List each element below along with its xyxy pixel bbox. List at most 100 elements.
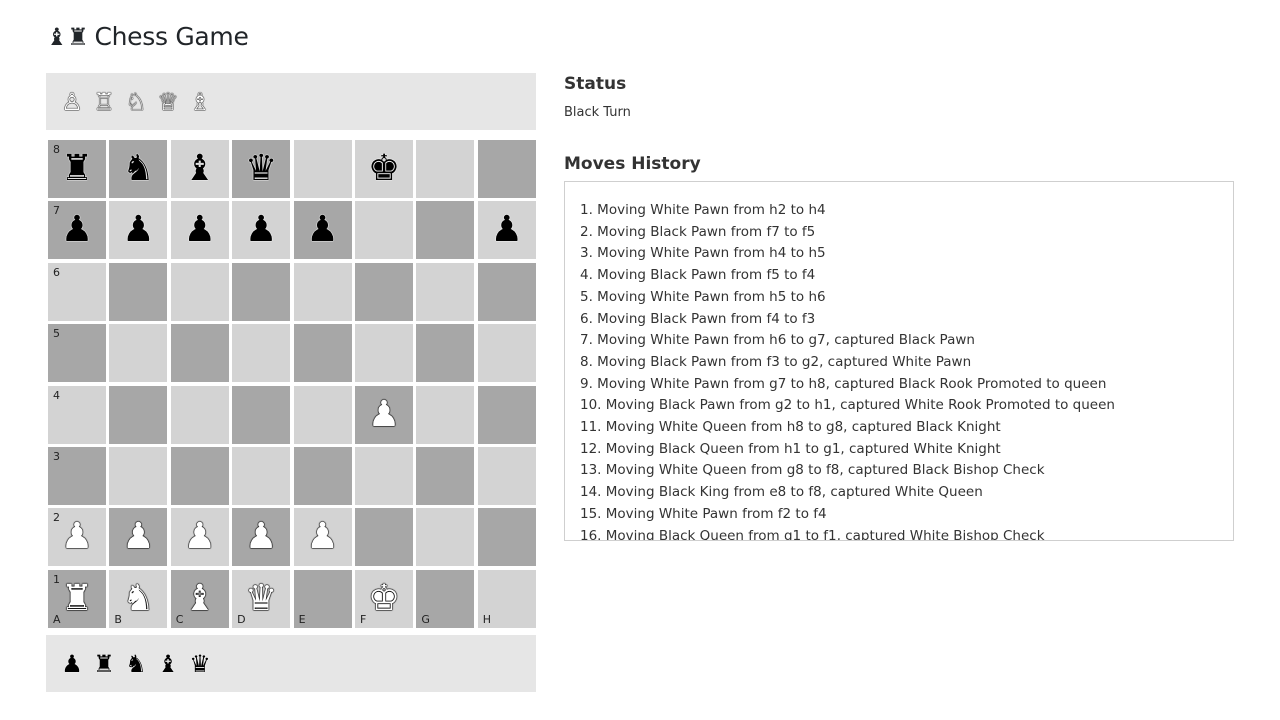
square-f5[interactable] <box>354 324 413 383</box>
black-pawn-icon[interactable]: ♟ <box>122 212 154 248</box>
white-pawn-icon[interactable]: ♟ <box>368 396 400 433</box>
move-item: 6. Moving Black Pawn from f4 to f3 <box>580 310 816 327</box>
square-g3[interactable] <box>416 446 475 505</box>
black-pawn-icon[interactable]: ♟ <box>245 212 277 248</box>
square-c7[interactable]: ♟ <box>170 201 229 260</box>
square-d1[interactable]: D ♛ <box>232 569 291 628</box>
square-f7[interactable] <box>354 201 413 260</box>
square-h4[interactable] <box>477 385 536 444</box>
square-e3[interactable] <box>293 446 352 505</box>
square-a7[interactable]: 7 ♟ <box>48 201 106 260</box>
white-king-icon[interactable]: ♚ <box>368 580 400 617</box>
square-f8[interactable]: ♚ <box>354 140 413 198</box>
square-f2[interactable] <box>354 508 413 567</box>
square-e5[interactable] <box>293 324 352 383</box>
square-d3[interactable] <box>232 446 291 505</box>
chess-board[interactable]: 8 ♜ ♞ ♝ ♛ ♚ 7 ♟ ♟ ♟ ♟ ♟ ♟ 6 5 4 ♟ 3 2 ♟ ♟ ♟ ♟ ♟ 1 A ♜ B ♞ C ♝ D ♛ E F ♚ G H <box>46 138 536 628</box>
square-b6[interactable] <box>109 262 168 321</box>
black-bishop-icon[interactable]: ♝ <box>184 151 216 187</box>
square-e4[interactable] <box>293 385 352 444</box>
white-pawn-icon[interactable]: ♟ <box>245 519 277 555</box>
square-e2[interactable]: ♟ <box>293 508 352 567</box>
square-a8[interactable]: 8 ♜ <box>48 140 106 198</box>
square-h5[interactable] <box>477 324 536 383</box>
square-c6[interactable] <box>170 262 229 321</box>
square-g4[interactable] <box>416 385 475 444</box>
square-d4[interactable] <box>232 385 291 444</box>
square-h2[interactable] <box>477 508 536 567</box>
square-a1[interactable]: 1 A ♜ <box>48 569 106 628</box>
square-d7[interactable]: ♟ <box>232 201 291 260</box>
square-h3[interactable] <box>477 446 536 505</box>
square-d2[interactable]: ♟ <box>232 508 291 567</box>
captured-black-pieces: ♟ ♜ ♞ ♝ ♛ <box>46 635 536 692</box>
square-a3[interactable]: 3 <box>48 446 106 505</box>
square-b4[interactable] <box>109 385 168 444</box>
square-g2[interactable] <box>416 508 475 567</box>
black-pawn-icon[interactable]: ♟ <box>491 212 523 248</box>
square-c1[interactable]: C ♝ <box>170 569 229 628</box>
file-label: H <box>482 612 492 626</box>
white-pawn-icon[interactable]: ♟ <box>61 519 93 555</box>
square-c5[interactable] <box>170 324 229 383</box>
square-e1[interactable]: E <box>293 569 352 628</box>
square-d5[interactable] <box>232 324 291 383</box>
white-pawn-icon[interactable]: ♟ <box>306 519 338 555</box>
square-g5[interactable] <box>416 324 475 383</box>
square-c8[interactable]: ♝ <box>170 140 229 198</box>
square-e6[interactable] <box>293 262 352 321</box>
square-h1[interactable]: H <box>477 569 536 628</box>
square-a5[interactable]: 5 <box>48 324 106 383</box>
black-pawn-icon[interactable]: ♟ <box>61 212 93 248</box>
square-h6[interactable] <box>477 262 536 321</box>
square-b7[interactable]: ♟ <box>109 201 168 260</box>
white-pawn-icon[interactable]: ♟ <box>122 519 154 555</box>
square-d6[interactable] <box>232 262 291 321</box>
file-label: F <box>359 612 367 626</box>
square-a2[interactable]: 2 ♟ <box>48 508 106 567</box>
square-b1[interactable]: B ♞ <box>109 569 168 628</box>
square-c4[interactable] <box>170 385 229 444</box>
black-rook-icon[interactable]: ♜ <box>61 151 93 187</box>
move-item: 8. Moving Black Pawn from f3 to g2, capt… <box>580 353 972 370</box>
white-pawn-icon[interactable]: ♟ <box>184 519 216 555</box>
square-g1[interactable]: G <box>416 569 475 628</box>
square-b2[interactable]: ♟ <box>109 508 168 567</box>
square-b3[interactable] <box>109 446 168 505</box>
status-heading: Status <box>564 74 627 94</box>
square-b8[interactable]: ♞ <box>109 140 168 198</box>
square-b5[interactable] <box>109 324 168 383</box>
white-bishop-icon[interactable]: ♝ <box>184 580 216 617</box>
black-knight-icon[interactable]: ♞ <box>122 151 154 187</box>
square-g7[interactable] <box>416 201 475 260</box>
square-f4[interactable]: ♟ <box>354 385 413 444</box>
white-knight-icon[interactable]: ♞ <box>122 580 154 617</box>
black-knight-icon: ♞ <box>125 649 147 678</box>
move-item: 13. Moving White Queen from g8 to f8, ca… <box>580 462 1045 479</box>
square-f3[interactable] <box>354 446 413 505</box>
white-queen-icon[interactable]: ♛ <box>245 580 277 617</box>
white-queen-icon: ♕ <box>157 87 179 116</box>
move-item: 16. Moving Black Queen from g1 to f1, ca… <box>580 527 1045 541</box>
square-g6[interactable] <box>416 262 475 321</box>
black-pawn-icon[interactable]: ♟ <box>306 212 338 248</box>
move-item: 1. Moving White Pawn from h2 to h4 <box>580 202 826 218</box>
square-c2[interactable]: ♟ <box>170 508 229 567</box>
square-a6[interactable]: 6 <box>48 262 106 321</box>
black-queen-icon[interactable]: ♛ <box>245 151 277 187</box>
square-e8[interactable] <box>293 140 352 198</box>
square-g8[interactable] <box>416 140 475 198</box>
square-h8[interactable] <box>477 140 536 198</box>
square-f6[interactable] <box>354 262 413 321</box>
square-c3[interactable] <box>170 446 229 505</box>
black-pawn-icon[interactable]: ♟ <box>184 212 216 248</box>
square-h7[interactable]: ♟ <box>477 201 536 260</box>
square-f1[interactable]: F ♚ <box>354 569 413 628</box>
moves-history-panel[interactable]: 1. Moving White Pawn from h2 to h4 2. Mov… <box>564 181 1234 541</box>
square-a4[interactable]: 4 <box>48 385 106 444</box>
move-item: 15. Moving White Pawn from f2 to f4 <box>580 505 827 522</box>
square-e7[interactable]: ♟ <box>293 201 352 260</box>
white-rook-icon[interactable]: ♜ <box>61 580 93 617</box>
square-d8[interactable]: ♛ <box>232 140 291 198</box>
black-king-icon[interactable]: ♚ <box>368 151 400 187</box>
